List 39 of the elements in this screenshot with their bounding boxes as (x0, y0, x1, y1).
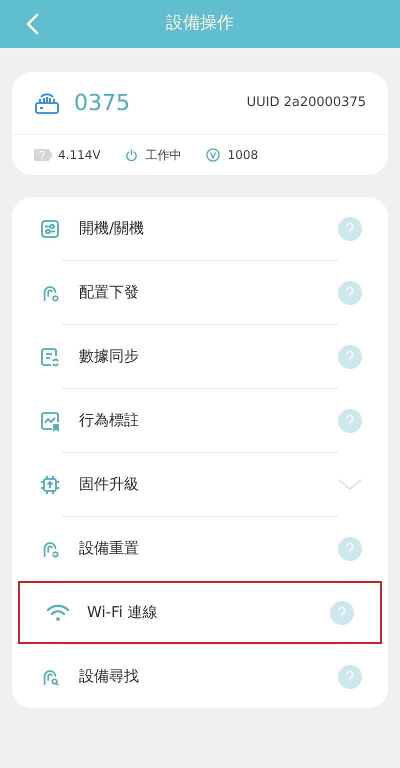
help-icon[interactable] (338, 216, 362, 240)
chip-upload-icon (40, 474, 60, 494)
operation-item[interactable]: 固件升級 (12, 453, 388, 516)
operation-label: Wi-Fi 連線 (87, 602, 158, 624)
operation-item[interactable]: 設備尋找 (12, 645, 388, 708)
chart-bookmark-icon (40, 410, 60, 430)
operation-label: 配置下發 (79, 282, 139, 304)
operation-item[interactable]: 行為標註 (12, 389, 388, 452)
operation-label: 設備重置 (79, 538, 139, 560)
uuid-text: UUID 2a20000375 (246, 94, 366, 112)
voltage-text: 4.114V (58, 147, 101, 164)
help-icon[interactable] (338, 280, 362, 304)
operation-item[interactable]: 設備重置 (12, 517, 388, 580)
operation-label: 開機/關機 (79, 218, 144, 240)
router-icon (34, 91, 60, 115)
device-name: 0375 (74, 90, 130, 118)
operation-label: 固件升級 (79, 474, 139, 496)
status-text: 工作中 (146, 147, 182, 164)
operation-item[interactable]: 配置下發 (12, 261, 388, 324)
operation-label: 行為標註 (79, 410, 139, 432)
battery-unknown-icon (34, 149, 52, 161)
help-icon[interactable] (338, 664, 362, 688)
operation-item[interactable]: Wi-Fi 連線 (18, 581, 382, 644)
toggle-panel-icon (40, 218, 60, 238)
operation-item[interactable]: 開機/關機 (12, 197, 388, 260)
power-icon (124, 148, 138, 162)
page-title: 設備操作 (166, 12, 234, 36)
chevron-down-icon[interactable] (338, 478, 362, 490)
operation-label: 設備尋找 (79, 666, 139, 688)
document-sync-icon (40, 346, 60, 366)
operation-item[interactable]: 數據同步 (12, 325, 388, 388)
version-icon (206, 148, 220, 162)
operation-label: 數據同步 (79, 346, 139, 368)
help-icon[interactable] (338, 344, 362, 368)
wifi-icon (46, 604, 70, 622)
help-icon[interactable] (338, 408, 362, 432)
help-icon[interactable] (330, 600, 354, 624)
version-text: 1008 (228, 147, 258, 164)
help-icon[interactable] (338, 536, 362, 560)
